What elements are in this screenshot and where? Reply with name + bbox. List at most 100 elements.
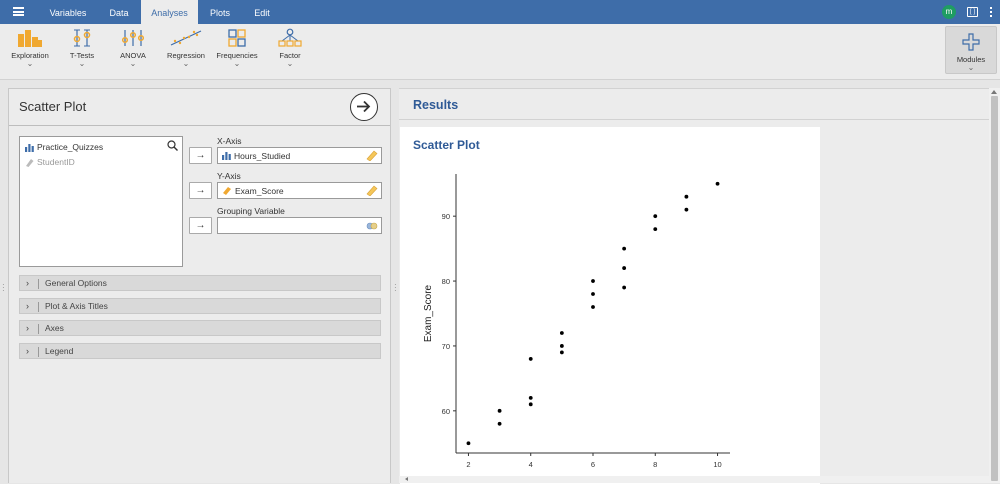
variable-list[interactable]: Practice_Quizzes StudentID xyxy=(19,136,183,267)
data-point xyxy=(528,395,533,400)
tab-edit[interactable]: Edit xyxy=(245,0,279,24)
data-point xyxy=(653,227,658,232)
variable-name: Practice_Quizzes xyxy=(37,142,104,152)
chevron-down-icon: ⌄ xyxy=(182,59,190,68)
y-axis-title: Exam_Score xyxy=(423,284,434,342)
nominal-variable-icon xyxy=(25,143,34,152)
data-point xyxy=(466,441,471,446)
panel-resize-handle[interactable]: · · · xyxy=(394,281,397,295)
variable-item[interactable]: StudentID xyxy=(25,157,75,167)
options-panel: Scatter Plot Practice_Quizzes StudentID … xyxy=(8,88,391,483)
continuous-variable-icon xyxy=(223,187,231,195)
data-point xyxy=(622,266,627,270)
divider xyxy=(9,125,390,126)
scatter-plot-result: Scatter Plot Exam_Score 2 4 6 8 10 60 70 80 90 xyxy=(400,127,820,484)
chevron-down-icon: ⌄ xyxy=(26,59,34,68)
scroll-left-icon[interactable] xyxy=(405,477,408,481)
user-avatar[interactable]: m xyxy=(942,5,956,19)
y-tick-label: 90 xyxy=(442,212,450,221)
chevron-down-icon: ⌄ xyxy=(78,59,86,68)
data-point xyxy=(684,194,689,199)
grouping-variable-label: Grouping Variable xyxy=(217,206,285,216)
section-plot-axis-titles[interactable]: › Plot & Axis Titles xyxy=(19,298,381,314)
section-general-options[interactable]: › General Options xyxy=(19,275,381,291)
scatter-chart: Exam_Score 2 4 6 8 10 60 70 80 90 xyxy=(423,174,730,469)
display-mode-icon[interactable]: [ ] xyxy=(967,7,978,17)
data-point xyxy=(715,181,720,186)
left-resize-handle[interactable]: · · · xyxy=(2,281,5,295)
grouping-variable-field[interactable] xyxy=(217,217,382,234)
chevron-right-icon: › xyxy=(26,301,29,311)
chevron-right-icon: › xyxy=(26,346,29,356)
data-point xyxy=(497,408,502,413)
exploration-icon xyxy=(18,30,42,47)
move-to-x-axis-button[interactable]: → xyxy=(189,147,212,164)
frequencies-button[interactable]: Frequencies ⌄ xyxy=(214,28,260,68)
regression-button[interactable]: Regression ⌄ xyxy=(164,28,208,68)
vertical-scrollbar[interactable] xyxy=(989,88,1000,483)
results-panel: Results Scatter Plot Exam_Score 2 4 6 8 10 60… xyxy=(399,88,989,484)
more-options-icon[interactable] xyxy=(990,7,992,17)
data-point xyxy=(559,331,564,335)
x-axis-label: X-Axis xyxy=(217,136,242,146)
menu-bar: Variables Data Analyses Plots Edit m [ ] xyxy=(0,0,1000,25)
chevron-down-icon: ⌄ xyxy=(233,59,241,68)
nominal-circles-icon xyxy=(366,222,378,230)
results-heading: Results xyxy=(413,98,459,112)
factor-button[interactable]: Factor ⌄ xyxy=(270,28,310,68)
y-axis-field[interactable]: Exam_Score xyxy=(217,182,382,199)
modules-button[interactable]: Modules ⌄ xyxy=(945,26,997,74)
section-label: Plot & Axis Titles xyxy=(45,301,108,311)
data-point xyxy=(591,279,595,283)
continuous-ruler-icon xyxy=(366,150,378,161)
data-point xyxy=(497,421,502,426)
id-variable-icon xyxy=(26,158,34,167)
scrollbar-thumb[interactable] xyxy=(991,96,998,481)
x-tick-label: 4 xyxy=(529,460,533,469)
chevron-right-icon: › xyxy=(26,323,29,333)
move-to-grouping-button[interactable]: → xyxy=(189,217,212,234)
y-tick-label: 60 xyxy=(442,407,450,416)
chevron-down-icon: ⌄ xyxy=(286,59,294,68)
x-axis-field[interactable]: Hours_Studied xyxy=(217,147,382,164)
scroll-up-icon[interactable] xyxy=(991,90,997,94)
close-options-button[interactable] xyxy=(350,93,378,121)
search-icon[interactable] xyxy=(167,140,178,151)
divider xyxy=(399,119,989,120)
section-label: Legend xyxy=(45,346,74,356)
t-tests-icon xyxy=(73,29,91,47)
x-tick-label: 2 xyxy=(466,460,470,469)
variable-name: StudentID xyxy=(37,157,75,167)
chevron-right-icon: › xyxy=(26,278,29,288)
horizontal-scrollbar[interactable] xyxy=(399,476,989,483)
analysis-title: Scatter Plot xyxy=(19,99,87,114)
anova-button[interactable]: ANOVA ⌄ xyxy=(112,28,154,68)
hamburger-menu-icon[interactable] xyxy=(13,7,24,16)
section-label: General Options xyxy=(45,278,107,288)
y-axis-value: Exam_Score xyxy=(235,185,284,196)
nominal-variable-icon xyxy=(222,152,231,160)
tab-variables[interactable]: Variables xyxy=(38,0,98,24)
tab-data[interactable]: Data xyxy=(100,0,138,24)
data-point xyxy=(591,305,595,309)
data-point xyxy=(653,214,658,219)
data-point xyxy=(622,285,627,290)
anova-icon xyxy=(121,30,145,46)
y-axis-label: Y-Axis xyxy=(217,171,241,181)
variable-item[interactable]: Practice_Quizzes xyxy=(25,142,103,152)
chevron-down-icon: ⌄ xyxy=(129,59,137,68)
data-point xyxy=(528,402,533,407)
t-tests-button[interactable]: T-Tests ⌄ xyxy=(62,28,102,68)
data-point xyxy=(528,357,533,361)
data-point xyxy=(559,350,564,355)
section-axes[interactable]: › Axes xyxy=(19,320,381,336)
analyses-ribbon: Exploration ⌄ T-Tests ⌄ ANOVA ⌄ Regressi… xyxy=(0,24,1000,80)
move-to-y-axis-button[interactable]: → xyxy=(189,182,212,199)
x-tick-label: 8 xyxy=(653,460,657,469)
tab-analyses[interactable]: Analyses xyxy=(141,0,198,25)
section-legend[interactable]: › Legend xyxy=(19,343,381,359)
regression-icon xyxy=(170,30,202,46)
exploration-button[interactable]: Exploration ⌄ xyxy=(8,28,52,68)
tab-plots[interactable]: Plots xyxy=(202,0,238,24)
x-tick-label: 10 xyxy=(713,460,721,469)
